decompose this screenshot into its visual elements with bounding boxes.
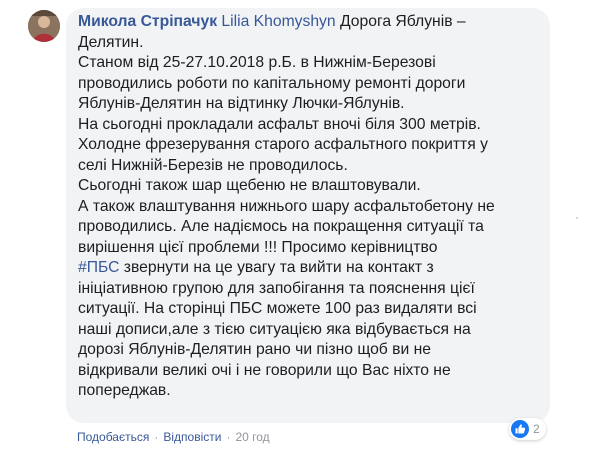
comment-first-line-text: Дорога Яблунів – <box>340 13 466 30</box>
comment-bubble: Микола Стріпачук Lilia Khomyshyn Дорога … <box>66 8 550 423</box>
comment-line: А також влаштування нижнього шару асфаль… <box>78 197 495 215</box>
comment-line: дорозі Яблунів-Делятин рано чи пізно щоб… <box>78 341 431 358</box>
comment-line: ситуації. На сторінці ПБС можете 100 раз… <box>78 300 477 317</box>
comment-line: проводились роботи по капітальному ремон… <box>78 74 466 92</box>
reactions-count: 2 <box>533 422 540 436</box>
comment-line: ініціативною групою для запобігання та п… <box>78 279 475 297</box>
comment-hashtag-line-text: звернути на це увагу та вийти на контакт… <box>119 259 434 276</box>
author-name[interactable]: Микола Стріпачук <box>78 13 217 30</box>
timestamp[interactable]: 20 год <box>235 430 269 444</box>
separator-dot: · <box>154 430 159 444</box>
comment-line: Холодне фрезерування старого асфальтного… <box>78 136 488 153</box>
comment-line: селі Нижній-Березів не проводилось. <box>78 156 348 174</box>
avatar-image <box>28 10 60 42</box>
comment-actions: Подобається · Відповісти · 20 год <box>77 430 270 444</box>
comment-line: попереджав. <box>78 382 171 399</box>
reactions-summary[interactable]: 2 <box>509 418 546 440</box>
like-link[interactable]: Подобається <box>77 430 149 444</box>
comment-line: Делятин. <box>78 33 144 51</box>
separator-dot: · <box>226 430 231 444</box>
comment-line: вирішення цієї проблеми !!! Просимо кері… <box>78 238 438 256</box>
avatar[interactable] <box>28 10 60 42</box>
comment-text: Микола Стріпачук Lilia Khomyshyn Дорога … <box>78 12 538 402</box>
comment-line: Станом від 25-27.10.2018 р.Б. в Нижнім-Б… <box>78 54 436 71</box>
comment-hashtag-line: #ПБС звернути на це увагу та вийти на ко… <box>78 258 538 279</box>
comment-line: Сьогодні також шар щебеню не влаштовувал… <box>78 177 421 194</box>
like-icon <box>511 420 529 438</box>
comment-line: Яблунів-Делятин на відтинку Лючки-Яблуні… <box>78 95 405 112</box>
comment-line: відкривали великі очі і не говорили що В… <box>78 361 451 379</box>
comment-line-1: Микола Стріпачук Lilia Khomyshyn Дорога … <box>78 12 538 33</box>
reply-link[interactable]: Відповісти <box>163 430 221 444</box>
hashtag-link[interactable]: #ПБС <box>78 259 119 276</box>
comment-line: наші дописи,але з тією ситуацією яка від… <box>78 320 471 338</box>
comment-line: На сьогодні прокладали асфальт вночі біл… <box>78 115 481 133</box>
more-options-icon[interactable]: · <box>575 210 579 224</box>
mention-link[interactable]: Lilia Khomyshyn <box>221 13 335 30</box>
comment-line: проводились. Але надіємось на покращення… <box>78 218 484 235</box>
